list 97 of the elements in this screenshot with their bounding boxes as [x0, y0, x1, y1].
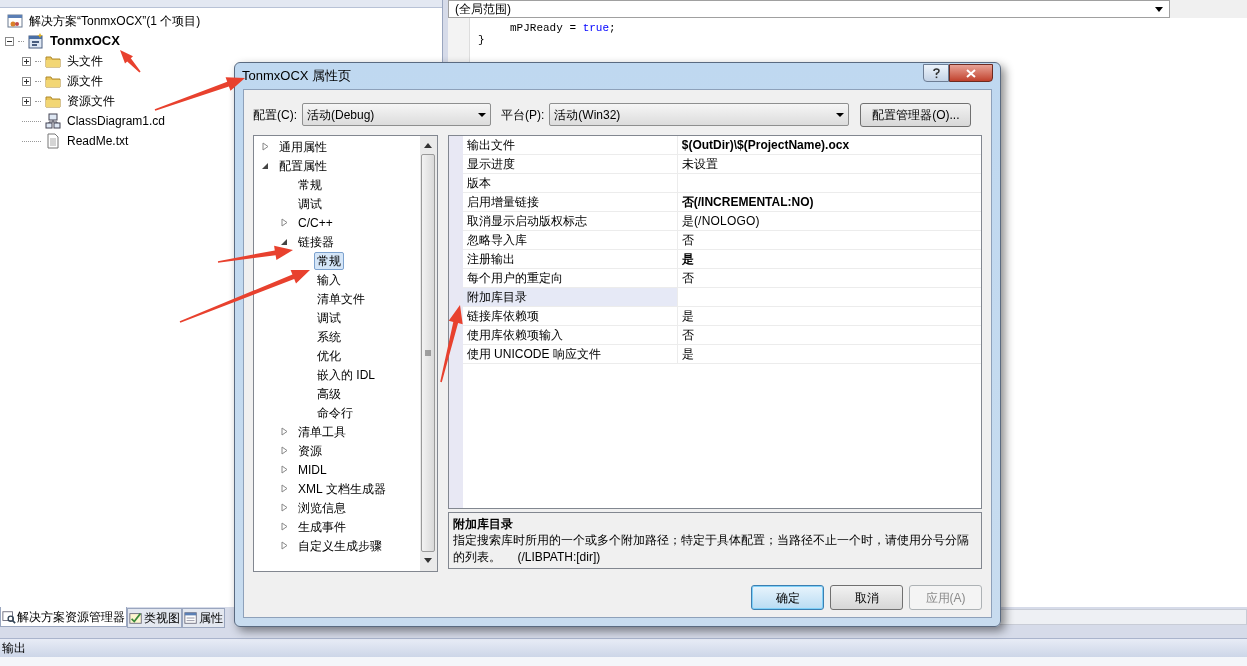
- collapsed-icon[interactable]: [281, 541, 288, 550]
- dialog-button[interactable]: 确定: [751, 585, 824, 610]
- tree-item[interactable]: 解决方案“TonmxOCX”(1 个项目): [29, 12, 201, 30]
- tree-item[interactable]: ReadMe.txt: [67, 132, 129, 150]
- property-value[interactable]: 是: [681, 345, 694, 363]
- property-value[interactable]: 是(/NOLOGO): [681, 212, 760, 230]
- properties-icon: [184, 611, 198, 625]
- scroll-up-icon: [424, 143, 433, 148]
- description-title: 附加库目录: [452, 516, 514, 532]
- tree-item[interactable]: 调试: [295, 194, 325, 213]
- tree-item[interactable]: 源文件: [67, 72, 103, 90]
- tree-item[interactable]: 嵌入的 IDL: [314, 365, 378, 384]
- tree-item[interactable]: 高级: [314, 384, 344, 403]
- expand-icon[interactable]: [22, 96, 31, 106]
- tree-item[interactable]: 资源文件: [67, 92, 115, 110]
- tree-item[interactable]: TonmxOCX: [50, 31, 120, 51]
- code-line: mPJReady = true;: [509, 22, 616, 34]
- tree-item[interactable]: 常规: [295, 175, 325, 194]
- collapsed-icon[interactable]: [281, 427, 288, 436]
- close-button[interactable]: [949, 64, 993, 82]
- tree-item[interactable]: 浏览信息: [295, 498, 349, 517]
- diagram-icon: [45, 113, 61, 129]
- close-icon: [966, 68, 976, 78]
- expand-icon[interactable]: [22, 76, 31, 86]
- scroll-down-icon: [424, 558, 433, 563]
- dialog-button[interactable]: 取消: [830, 585, 903, 610]
- property-value[interactable]: 否: [681, 231, 694, 249]
- folder-icon: [45, 53, 61, 69]
- tree-item[interactable]: XML 文档生成器: [295, 479, 389, 498]
- tree-item[interactable]: 配置属性: [276, 156, 330, 175]
- tree-item[interactable]: 常规: [314, 251, 344, 270]
- help-button[interactable]: [923, 64, 949, 82]
- expanded-icon[interactable]: [281, 237, 288, 246]
- description-text: 指定搜索库时所用的一个或多个附加路径；特定于具体配置；当路径不止一个时，请使用分号分隔的列表。 (/LIBPATH:[dir]): [452, 532, 970, 566]
- panel-tab[interactable]: 解决方案资源管理器: [0, 607, 127, 627]
- tree-item[interactable]: ClassDiagram1.cd: [67, 112, 166, 130]
- property-name[interactable]: 附加库目录: [462, 288, 678, 306]
- collapsed-icon[interactable]: [281, 218, 288, 227]
- tree-item[interactable]: 命令行: [314, 403, 356, 422]
- tree-item[interactable]: 输入: [314, 270, 344, 289]
- expanded-icon[interactable]: [262, 161, 269, 170]
- vertical-scrollbar[interactable]: [419, 136, 437, 571]
- property-value[interactable]: 是: [681, 250, 694, 268]
- explorer-icon: [2, 609, 16, 624]
- tree-item[interactable]: 清单工具: [295, 422, 349, 441]
- property-value[interactable]: 否: [681, 326, 694, 344]
- collapse-icon[interactable]: [5, 36, 14, 46]
- code-line: }: [477, 34, 486, 46]
- dialog-button: 应用(A): [909, 585, 982, 610]
- text-file-icon: [45, 133, 61, 149]
- grip-icon: [425, 350, 432, 356]
- collapsed-icon[interactable]: [281, 503, 288, 512]
- dropdown-arrow-icon: [1155, 6, 1163, 12]
- tree-item[interactable]: MIDL: [295, 460, 330, 479]
- property-value[interactable]: 是: [681, 307, 694, 325]
- panel-title: 输出: [2, 640, 26, 657]
- scope-text: (全局范围): [455, 1, 511, 18]
- annotation-arrow: [120, 50, 141, 73]
- tree-item[interactable]: 系统: [314, 327, 344, 346]
- folder-icon: [45, 93, 61, 109]
- collapsed-icon[interactable]: [281, 465, 288, 474]
- panel-tab[interactable]: 类视图: [127, 608, 182, 628]
- tree-item[interactable]: 链接器: [295, 232, 337, 251]
- tree-item[interactable]: 资源: [295, 441, 325, 460]
- project-icon: [28, 33, 44, 49]
- property-value[interactable]: $(OutDir)\$(ProjectName).ocx: [681, 136, 850, 154]
- solution-icon: [7, 13, 23, 29]
- tree-item[interactable]: C/C++: [295, 213, 336, 232]
- config-label: 配置(C):: [253, 106, 297, 124]
- tree-item[interactable]: 通用属性: [276, 137, 330, 156]
- tree-item[interactable]: 调试: [314, 308, 344, 327]
- scope-dropdown[interactable]: (全局范围): [448, 0, 1170, 18]
- expand-icon[interactable]: [22, 56, 31, 66]
- tree-item[interactable]: 自定义生成步骤: [295, 536, 385, 555]
- tree-item[interactable]: 清单文件: [314, 289, 368, 308]
- platform-dropdown[interactable]: 活动(Win32): [549, 103, 850, 126]
- collapsed-icon[interactable]: [262, 142, 269, 151]
- collapsed-icon[interactable]: [281, 446, 288, 455]
- dropdown-arrow-icon: [478, 112, 486, 117]
- panel-tab[interactable]: 属性: [182, 608, 225, 628]
- property-value[interactable]: 否(/INCREMENTAL:NO): [681, 193, 814, 211]
- folder-icon: [45, 73, 61, 89]
- class-view-icon: [129, 611, 143, 625]
- property-value[interactable]: 否: [681, 269, 694, 287]
- property-value[interactable]: 未设置: [681, 155, 719, 173]
- tree-item[interactable]: 生成事件: [295, 517, 349, 536]
- dropdown-arrow-icon: [836, 112, 845, 117]
- help-icon: [932, 67, 940, 79]
- collapsed-icon[interactable]: [281, 522, 288, 531]
- platform-label: 平台(P):: [501, 106, 545, 124]
- scrollbar-thumb[interactable]: [421, 154, 436, 552]
- config-manager-button[interactable]: 配置管理器(O)...: [860, 102, 972, 127]
- tree-item[interactable]: 优化: [314, 346, 344, 365]
- config-dropdown[interactable]: 活动(Debug): [302, 103, 491, 126]
- collapsed-icon[interactable]: [281, 484, 288, 493]
- window-title: TonmxOCX 属性页: [242, 67, 352, 86]
- tree-item[interactable]: 头文件: [67, 52, 103, 70]
